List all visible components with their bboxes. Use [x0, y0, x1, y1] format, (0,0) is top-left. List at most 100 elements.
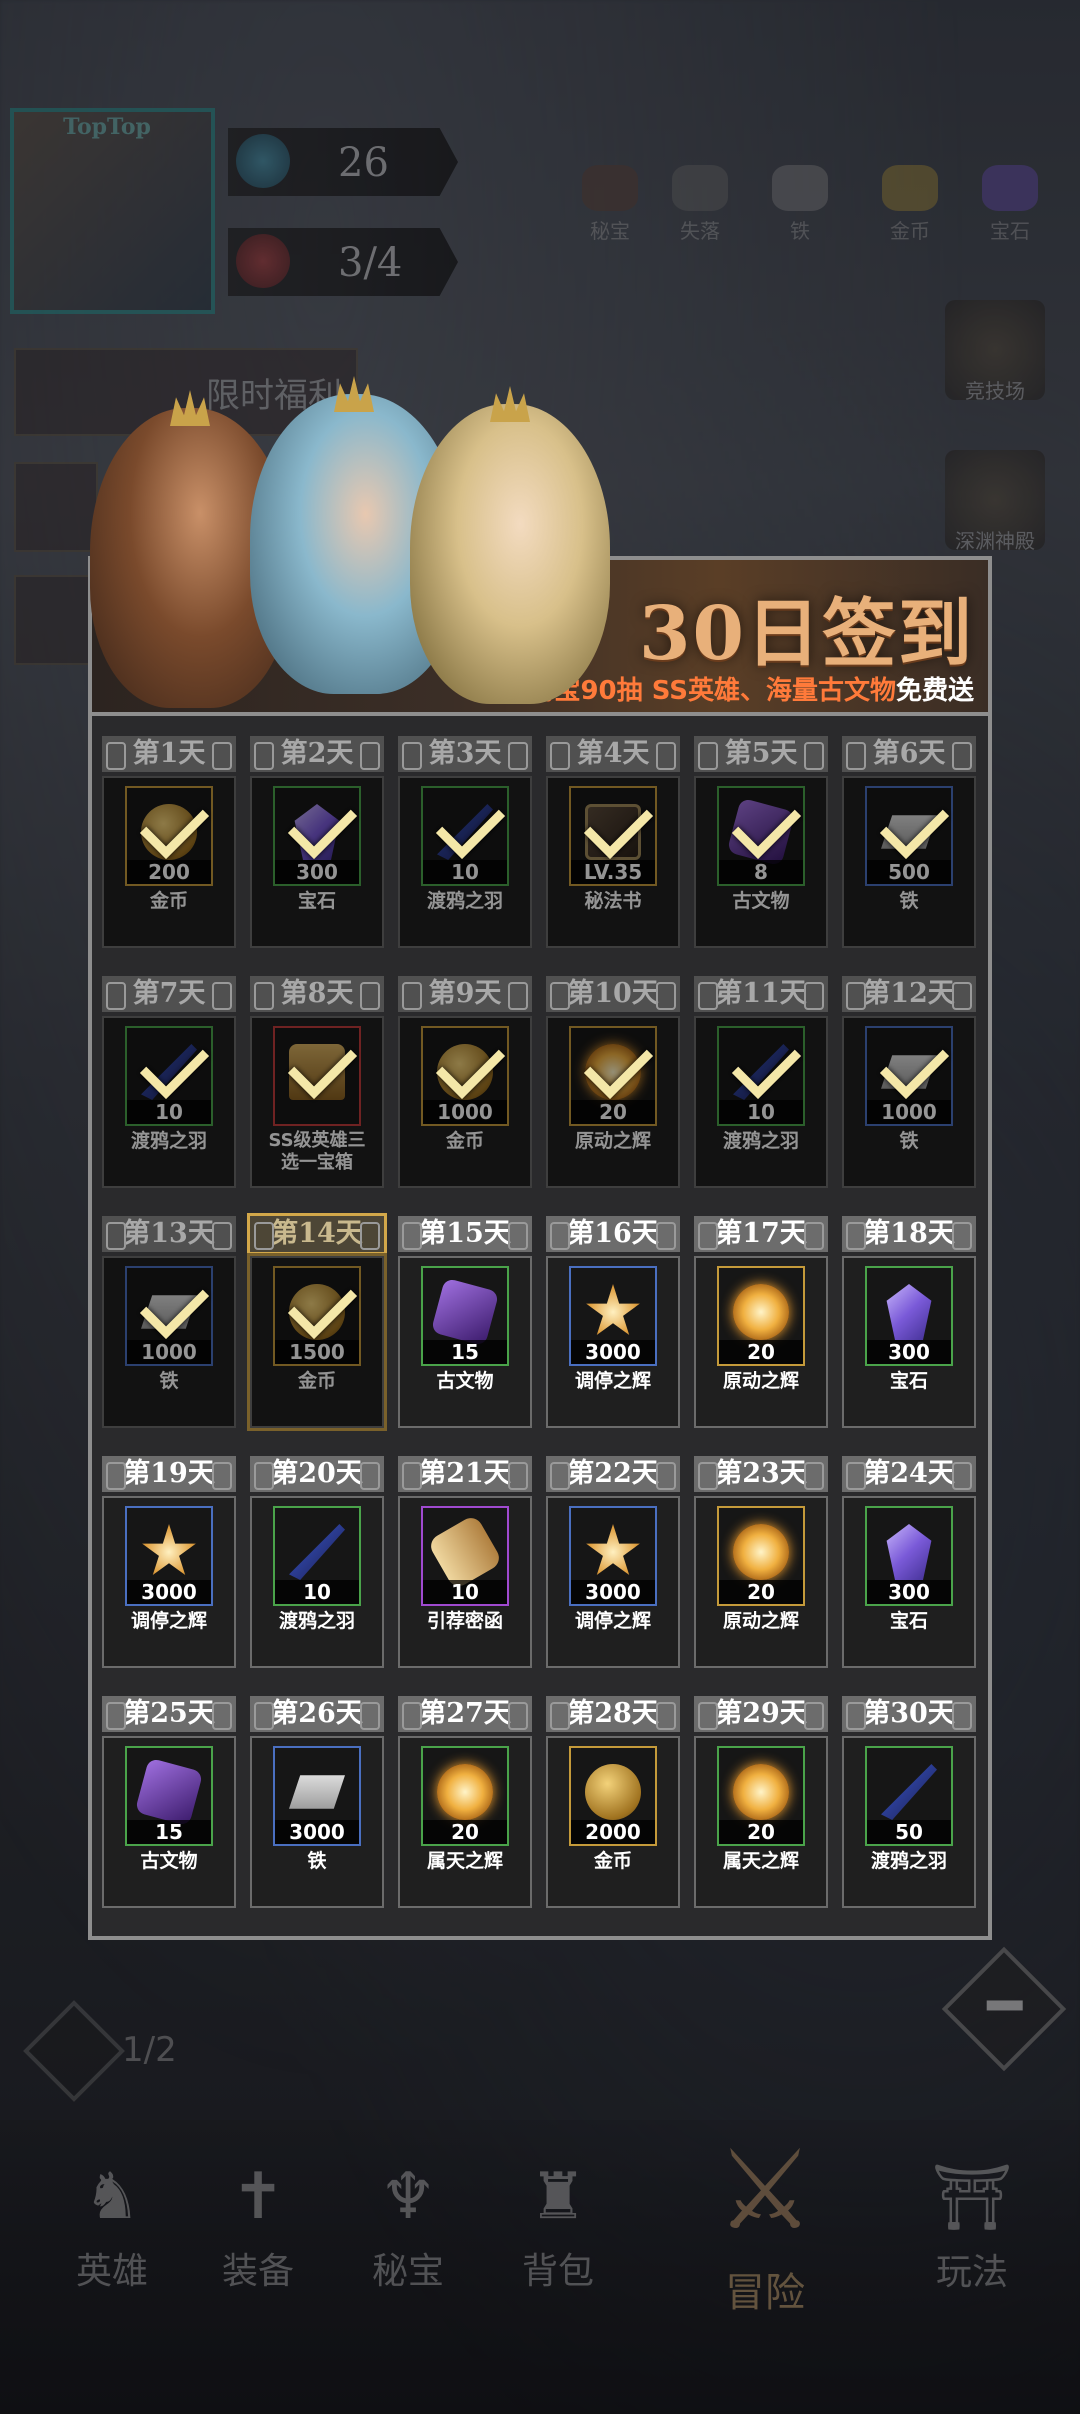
reward-card: 20 原动之辉	[694, 1496, 828, 1668]
signin-day-cell[interactable]: 第22天 3000 调停之辉	[546, 1456, 680, 1668]
reward-name: 铁	[159, 1370, 179, 1392]
reward-slot: 20	[717, 1746, 805, 1846]
reward-card: 20 原动之辉	[694, 1256, 828, 1428]
reward-name: 引荐密函	[426, 1610, 503, 1632]
reward-name: 古文物	[732, 890, 790, 912]
day-label: 第11天	[694, 976, 828, 1012]
star-icon	[142, 1524, 196, 1575]
day-label: 第28天	[546, 1696, 680, 1732]
reward-quantity: 1000	[423, 1100, 507, 1124]
signin-day-cell[interactable]: 第28天 2000 金币	[546, 1696, 680, 1908]
reward-card: 20 属天之辉	[694, 1736, 828, 1908]
signin-day-cell[interactable]: 第9天 1000 金币	[398, 976, 532, 1188]
reward-slot: 2000	[569, 1746, 657, 1846]
reward-name: 金币	[149, 890, 188, 912]
reward-name: 属天之辉	[722, 1850, 799, 1872]
reward-quantity: 3000	[127, 1580, 211, 1604]
day-label: 第12天	[842, 976, 976, 1012]
signin-day-cell[interactable]: 第2天 300 宝石	[250, 736, 384, 948]
feather-icon	[289, 1524, 345, 1580]
reward-card: 15 古文物	[398, 1256, 532, 1428]
signin-day-cell[interactable]: 第18天 300 宝石	[842, 1216, 976, 1428]
day-label: 第16天	[546, 1216, 680, 1252]
signin-day-cell[interactable]: 第7天 10 渡鸦之羽	[102, 976, 236, 1188]
reward-card: 3000 铁	[250, 1736, 384, 1908]
signin-day-cell[interactable]: 第19天 3000 调停之辉	[102, 1456, 236, 1668]
signin-day-cell[interactable]: 第3天 10 渡鸦之羽	[398, 736, 532, 948]
signin-day-cell[interactable]: 第14天 1500 金币	[250, 1216, 384, 1428]
reward-quantity: 10	[127, 1100, 211, 1124]
reward-name: SS级英雄三选一宝箱	[268, 1130, 366, 1173]
signin-day-cell[interactable]: 第24天 300 宝石	[842, 1456, 976, 1668]
reward-card: SS级英雄三选一宝箱	[250, 1016, 384, 1188]
reward-slot: 3000	[569, 1266, 657, 1366]
reward-quantity: 10	[275, 1580, 359, 1604]
signin-day-cell[interactable]: 第6天 500 铁	[842, 736, 976, 948]
day-label: 第2天	[250, 736, 384, 772]
reward-quantity: LV.35	[571, 860, 655, 884]
day-label: 第6天	[842, 736, 976, 772]
reward-name: 宝石	[889, 1610, 928, 1632]
reward-card: 3000 调停之辉	[546, 1496, 680, 1668]
reward-card: 10 渡鸦之羽	[398, 776, 532, 948]
reward-quantity: 1000	[127, 1340, 211, 1364]
reward-card: 3000 调停之辉	[546, 1256, 680, 1428]
reward-quantity: 10	[423, 860, 507, 884]
signin-day-cell[interactable]: 第10天 20 原动之辉	[546, 976, 680, 1188]
day-label: 第10天	[546, 976, 680, 1012]
signin-day-cell[interactable]: 第12天 1000 铁	[842, 976, 976, 1188]
signin-day-cell[interactable]: 第4天 LV.35 秘法书	[546, 736, 680, 948]
day-label: 第14天	[250, 1216, 384, 1252]
day-label: 第18天	[842, 1216, 976, 1252]
signin-day-cell[interactable]: 第23天 20 原动之辉	[694, 1456, 828, 1668]
day-label: 第5天	[694, 736, 828, 772]
signin-day-cell[interactable]: 第13天 1000 铁	[102, 1216, 236, 1428]
reward-quantity: 20	[423, 1820, 507, 1844]
reward-card: 300 宝石	[842, 1496, 976, 1668]
reward-card: LV.35 秘法书	[546, 776, 680, 948]
star-icon	[586, 1284, 640, 1335]
signin-day-cell[interactable]: 第16天 3000 调停之辉	[546, 1216, 680, 1428]
reward-card: 50 渡鸦之羽	[842, 1736, 976, 1908]
day-label: 第29天	[694, 1696, 828, 1732]
day-label: 第23天	[694, 1456, 828, 1492]
signin-day-cell[interactable]: 第11天 10 渡鸦之羽	[694, 976, 828, 1188]
reward-name: 渡鸦之羽	[278, 1610, 355, 1632]
signin-day-cell[interactable]: 第27天 20 属天之辉	[398, 1696, 532, 1908]
signin-day-cell[interactable]: 第8天 SS级英雄三选一宝箱	[250, 976, 384, 1188]
signin-day-cell[interactable]: 第20天 10 渡鸦之羽	[250, 1456, 384, 1668]
day-label: 第24天	[842, 1456, 976, 1492]
reward-name: 渡鸦之羽	[722, 1130, 799, 1152]
reward-card: 300 宝石	[842, 1256, 976, 1428]
reward-slot: 15	[125, 1746, 213, 1846]
signin-day-cell[interactable]: 第25天 15 古文物	[102, 1696, 236, 1908]
reward-card: 15 古文物	[102, 1736, 236, 1908]
day-label: 第17天	[694, 1216, 828, 1252]
reward-quantity: 10	[719, 1100, 803, 1124]
day-label: 第22天	[546, 1456, 680, 1492]
signin-day-cell[interactable]: 第1天 200 金币	[102, 736, 236, 948]
relic-icon	[430, 1277, 500, 1347]
signin-day-cell[interactable]: 第5天 8 古文物	[694, 736, 828, 948]
signin-day-cell[interactable]: 第30天 50 渡鸦之羽	[842, 1696, 976, 1908]
reward-quantity: 10	[423, 1580, 507, 1604]
signin-day-cell[interactable]: 第26天 3000 铁	[250, 1696, 384, 1908]
feather-icon	[881, 1764, 937, 1820]
reward-card: 1500 金币	[250, 1256, 384, 1428]
day-label: 第7天	[102, 976, 236, 1012]
reward-name: 宝石	[297, 890, 336, 912]
signin-day-cell[interactable]: 第15天 15 古文物	[398, 1216, 532, 1428]
signin-day-cell[interactable]: 第29天 20 属天之辉	[694, 1696, 828, 1908]
reward-name: 调停之辉	[574, 1370, 651, 1392]
reward-card: 10 渡鸦之羽	[102, 1016, 236, 1188]
reward-card: 8 古文物	[694, 776, 828, 948]
reward-name: 金币	[593, 1850, 632, 1872]
reward-name: 原动之辉	[574, 1130, 651, 1152]
reward-slot: 15	[421, 1266, 509, 1366]
gem-icon	[886, 1284, 932, 1340]
signin-day-cell[interactable]: 第17天 20 原动之辉	[694, 1216, 828, 1428]
reward-slot: 50	[865, 1746, 953, 1846]
reward-quantity: 20	[719, 1340, 803, 1364]
reward-card: 1000 金币	[398, 1016, 532, 1188]
signin-day-cell[interactable]: 第21天 10 引荐密函	[398, 1456, 532, 1668]
